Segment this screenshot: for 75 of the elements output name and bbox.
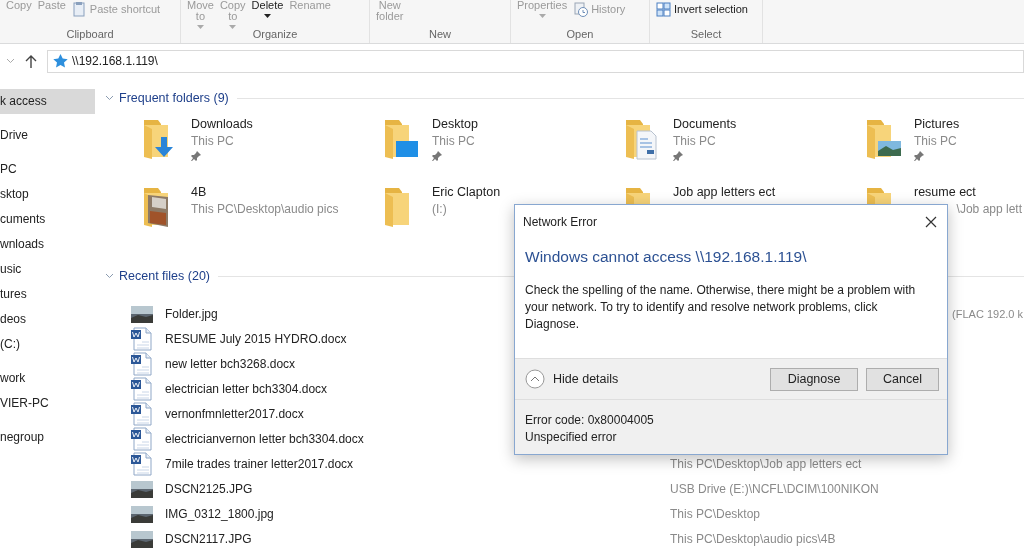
- chevron-circle-icon: [525, 369, 545, 389]
- group-label: Clipboard: [65, 28, 115, 42]
- folder-location: \Job app lett: [955, 202, 1023, 216]
- ribbon-button[interactable]: Invert selection: [656, 2, 748, 17]
- chevron-icon: [105, 273, 114, 279]
- folder-location: This PC\Desktop\audio pics: [191, 202, 339, 216]
- nav-item[interactable]: deos: [0, 307, 95, 332]
- folder-name[interactable]: Documents: [673, 117, 737, 131]
- file-location: (FLAC 192.0 k: [952, 307, 1024, 320]
- nav-item[interactable]: sktop: [0, 182, 95, 207]
- ribbon-button[interactable]: Delete: [251, 0, 284, 18]
- folder-location: This PC: [673, 134, 716, 148]
- clipboard-icon: [71, 2, 87, 17]
- folder-location: This PC: [191, 134, 234, 148]
- file-name[interactable]: DSCN2125.JPG: [165, 481, 658, 496]
- image-thumbnail: [131, 528, 153, 549]
- star-icon: [53, 54, 68, 68]
- nav-item[interactable]: PC: [0, 157, 95, 182]
- document-icon: [131, 376, 153, 401]
- dialog-button[interactable]: Diagnose: [770, 367, 859, 391]
- address-field[interactable]: \\192.168.1.119\: [47, 49, 1024, 73]
- dialog-button[interactable]: Cancel: [866, 367, 939, 391]
- group-label: New: [428, 28, 452, 42]
- file-location: This PC\Desktop: [670, 506, 762, 521]
- details-toggle[interactable]: Hide details: [525, 369, 619, 389]
- folder-name[interactable]: 4B: [191, 185, 207, 199]
- folder-name[interactable]: Desktop: [432, 117, 478, 131]
- group-label: Select: [689, 28, 723, 42]
- image-thumbnail: [131, 303, 153, 324]
- chevron-icon: [105, 95, 114, 101]
- document-icon: [131, 451, 153, 476]
- folder-name[interactable]: Job app letters ect: [673, 185, 776, 199]
- file-name[interactable]: DSCN2117.JPG: [165, 531, 658, 546]
- chevron-down-icon: [6, 58, 15, 64]
- nav-item[interactable]: tures: [0, 282, 95, 307]
- group-label: Organize: [251, 28, 299, 42]
- group-label: Open: [565, 28, 595, 42]
- file-name[interactable]: IMG_0312_1800.jpg: [165, 506, 658, 521]
- image-thumbnail: [131, 478, 153, 499]
- document-icon: [131, 401, 153, 426]
- section-toggle[interactable]: Recent files (20): [105, 269, 210, 283]
- folder-icon: [864, 117, 904, 161]
- file-location: This PC\Desktop\audio pics\4B: [670, 531, 837, 546]
- nav-item[interactable]: usic: [0, 257, 95, 282]
- folder-name[interactable]: Downloads: [191, 117, 253, 131]
- nav-item[interactable]: wnloads: [0, 232, 95, 257]
- error-detail: Unspecified error: [525, 429, 618, 446]
- folder-name[interactable]: Eric Clapton: [432, 185, 501, 199]
- nav-item[interactable]: cuments: [0, 207, 95, 232]
- image-thumbnail: [131, 503, 153, 524]
- nav-item[interactable]: VIER-PC: [0, 391, 95, 416]
- close-button[interactable]: [923, 214, 939, 230]
- folder-name[interactable]: Pictures: [914, 117, 1024, 131]
- nav-item[interactable]: Drive: [0, 123, 95, 148]
- dialog-heading: Windows cannot access \\192.168.1.119\: [525, 248, 808, 266]
- close-icon: [925, 216, 937, 228]
- nav-item[interactable]: negroup: [0, 425, 95, 450]
- dialog-title: Network Error: [523, 215, 597, 229]
- document-icon: [131, 351, 153, 376]
- dialog-message: Check the spelling of the name. Otherwise, there might be a problem with your network. To try to identify and resolve network problems, click Diagnose.: [525, 282, 917, 333]
- up-arrow-icon: [25, 54, 37, 68]
- file-location: This PC\Desktop\Job app letters ect: [670, 456, 863, 471]
- file-name[interactable]: 7mile trades trainer letter2017.docx: [165, 456, 658, 471]
- section-toggle[interactable]: Frequent folders (9): [105, 91, 229, 105]
- folder-name[interactable]: resume ect: [914, 185, 1024, 199]
- document-icon: [131, 426, 153, 451]
- nav-item[interactable]: work: [0, 366, 95, 391]
- file-location: USB Drive (E:)\NCFL\DCIM\100NIKON: [670, 481, 880, 496]
- document-icon: [131, 326, 153, 351]
- folder-location: This PC: [432, 134, 475, 148]
- folder-location: (I:): [432, 202, 447, 216]
- error-detail: Error code: 0x80004005: [525, 412, 655, 429]
- nav-item[interactable]: (C:): [0, 332, 95, 357]
- nav-item[interactable]: k access: [0, 89, 95, 114]
- folder-location: This PC: [914, 134, 958, 148]
